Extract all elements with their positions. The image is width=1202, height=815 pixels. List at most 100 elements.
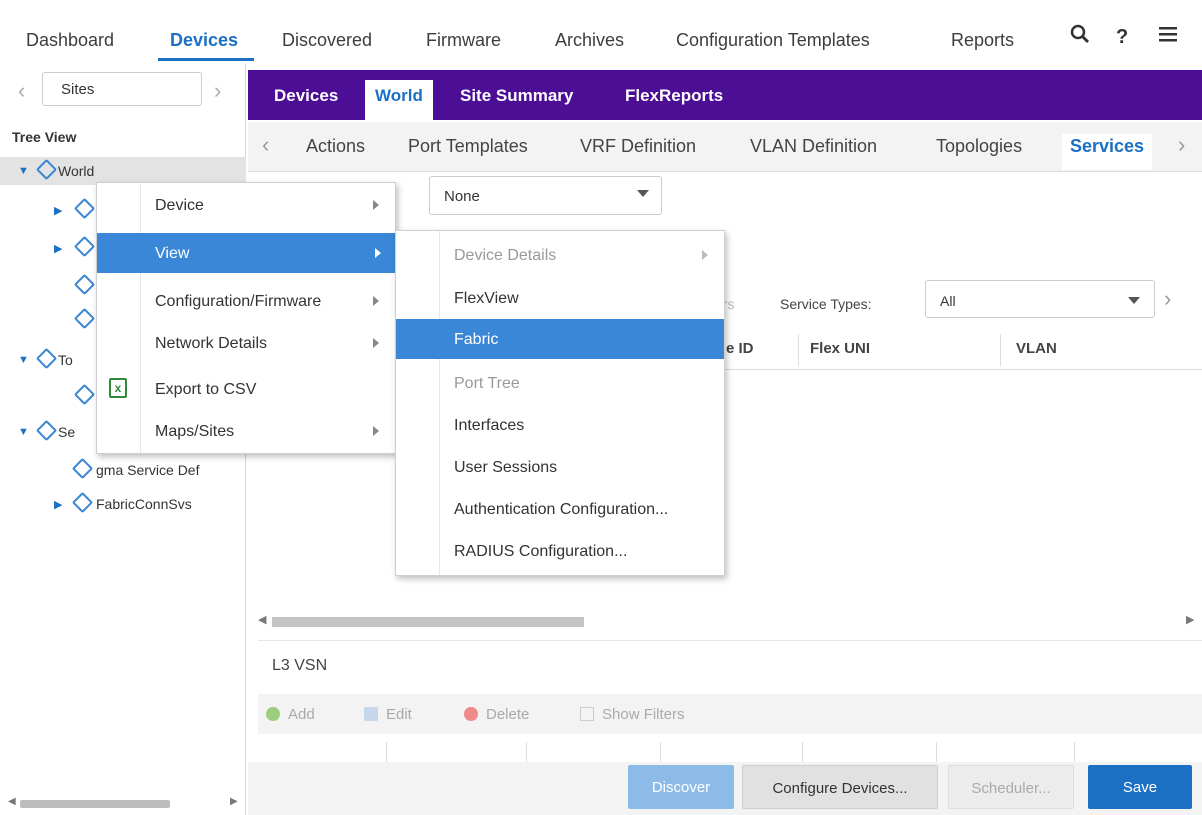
column-header[interactable]: e ID bbox=[726, 340, 754, 357]
menu-item-configuration-firmware[interactable]: Configuration/Firmware bbox=[97, 281, 395, 321]
expand-caret-icon[interactable]: ▼ bbox=[18, 354, 29, 366]
sites-selector: ‹ Sites › bbox=[6, 72, 240, 106]
nav-tab-configuration-templates[interactable]: Configuration Templates bbox=[676, 30, 870, 51]
column-divider bbox=[386, 742, 387, 764]
expand-caret-icon[interactable]: ▶ bbox=[54, 242, 62, 255]
tab-site-summary[interactable]: Site Summary bbox=[460, 86, 573, 106]
menu-item-device-details[interactable]: Device Details bbox=[396, 235, 724, 275]
sites-box[interactable]: Sites bbox=[42, 72, 202, 106]
tab-flexreports[interactable]: FlexReports bbox=[625, 86, 723, 106]
expand-caret-icon[interactable]: ▼ bbox=[18, 165, 29, 177]
site-node-icon bbox=[76, 386, 91, 401]
submenu-arrow-icon bbox=[373, 426, 379, 436]
nav-tab-archives[interactable]: Archives bbox=[555, 30, 624, 51]
scroll-right-arrow-icon[interactable]: ▶ bbox=[230, 796, 238, 807]
column-divider bbox=[798, 334, 799, 366]
tab-devices[interactable]: Devices bbox=[274, 86, 338, 106]
nav-tab-devices[interactable]: Devices bbox=[170, 30, 238, 51]
tab-services[interactable]: Services bbox=[1062, 134, 1153, 170]
menu-item-flexview[interactable]: FlexView bbox=[396, 278, 724, 318]
top-navigation: Dashboard Devices Discovered Firmware Ar… bbox=[0, 0, 1202, 62]
site-node-icon bbox=[76, 200, 91, 215]
column-header[interactable]: Flex UNI bbox=[810, 340, 870, 357]
site-node-icon bbox=[38, 422, 53, 437]
menu-item-view[interactable]: View bbox=[97, 233, 395, 273]
menu-item-user-sessions[interactable]: User Sessions bbox=[396, 447, 724, 487]
edit-icon bbox=[364, 707, 378, 721]
csv-icon: x bbox=[109, 378, 127, 398]
menu-item-network-details[interactable]: Network Details bbox=[97, 323, 395, 363]
save-button[interactable]: Save bbox=[1088, 765, 1192, 809]
site-node-icon bbox=[74, 460, 89, 475]
expand-caret-icon[interactable]: ▶ bbox=[54, 498, 62, 511]
menu-item-radius-configuration[interactable]: RADIUS Configuration... bbox=[396, 531, 724, 571]
nav-tab-discovered[interactable]: Discovered bbox=[282, 30, 372, 51]
site-node-icon bbox=[76, 310, 91, 325]
edit-button[interactable]: Edit bbox=[364, 706, 412, 723]
left-horizontal-scrollbar[interactable]: ◀ ▶ bbox=[6, 796, 242, 811]
column-divider bbox=[660, 742, 661, 764]
tab-actions[interactable]: Actions bbox=[306, 136, 365, 157]
search-icon[interactable] bbox=[1070, 24, 1090, 50]
context-menu: Device View Configuration/Firmware Netwo… bbox=[96, 182, 396, 454]
submenu-arrow-icon bbox=[373, 200, 379, 210]
delete-button[interactable]: Delete bbox=[464, 706, 529, 723]
filter-icon bbox=[580, 707, 594, 721]
tab-vlan-definition[interactable]: VLAN Definition bbox=[750, 136, 877, 157]
tab-vrf-definition[interactable]: VRF Definition bbox=[580, 136, 696, 157]
column-header[interactable]: VLAN bbox=[1016, 340, 1057, 357]
filter-dropdown[interactable]: None bbox=[429, 176, 662, 215]
nav-tab-reports[interactable]: Reports bbox=[951, 30, 1014, 51]
scroll-thumb[interactable] bbox=[272, 617, 584, 627]
menu-item-export-to-csv[interactable]: x Export to CSV bbox=[97, 369, 395, 409]
column-divider bbox=[936, 742, 937, 764]
services-table-header: e ID Flex UNI VLAN bbox=[700, 328, 1202, 370]
sites-prev-arrow-icon[interactable]: ‹ bbox=[18, 78, 25, 104]
nav-tab-firmware[interactable]: Firmware bbox=[426, 30, 501, 51]
menu-item-fabric[interactable]: Fabric bbox=[396, 319, 724, 359]
scroll-left-arrow-icon[interactable]: ◀ bbox=[8, 796, 16, 807]
tab-port-templates[interactable]: Port Templates bbox=[408, 136, 528, 157]
tree-item-label: FabricConnSvs bbox=[96, 496, 192, 512]
menu-item-port-tree[interactable]: Port Tree bbox=[396, 363, 724, 403]
site-node-icon bbox=[38, 161, 53, 176]
column-divider bbox=[1074, 742, 1075, 764]
nav-tab-dashboard[interactable]: Dashboard bbox=[26, 30, 114, 51]
show-filters-button[interactable]: Show Filters bbox=[580, 706, 685, 723]
services-next-arrow-icon[interactable]: › bbox=[1164, 286, 1171, 312]
scheduler-button[interactable]: Scheduler... bbox=[948, 765, 1074, 809]
sites-next-arrow-icon[interactable]: › bbox=[214, 78, 221, 104]
help-icon[interactable]: ? bbox=[1116, 26, 1128, 49]
menu-icon[interactable] bbox=[1158, 24, 1178, 50]
scroll-thumb[interactable] bbox=[20, 800, 170, 808]
services-horizontal-scrollbar[interactable]: ◀ ▶ bbox=[258, 614, 1202, 630]
column-divider bbox=[1000, 334, 1001, 366]
tree-item-gma-service-def[interactable]: gma Service Def bbox=[0, 456, 246, 484]
scroll-left-arrow-icon[interactable]: ◀ bbox=[258, 613, 266, 626]
subtabs-prev-arrow-icon[interactable]: ‹ bbox=[262, 132, 269, 158]
site-node-icon bbox=[76, 238, 91, 253]
add-icon bbox=[266, 707, 280, 721]
menu-item-device[interactable]: Device bbox=[97, 185, 395, 225]
expand-caret-icon[interactable]: ▼ bbox=[18, 426, 29, 438]
footer-actions: Discover Configure Devices... Scheduler.… bbox=[248, 762, 1202, 815]
expand-caret-icon[interactable]: ▶ bbox=[54, 204, 62, 217]
menu-item-maps-sites[interactable]: Maps/Sites bbox=[97, 411, 395, 451]
view-submenu: Device Details FlexView Fabric Port Tree… bbox=[395, 230, 725, 576]
site-node-icon bbox=[74, 494, 89, 509]
tree-item-fabricconnsvs[interactable]: ▶ FabricConnSvs bbox=[0, 490, 246, 518]
add-button[interactable]: Add bbox=[266, 706, 315, 723]
tab-topologies[interactable]: Topologies bbox=[936, 136, 1022, 157]
configure-devices-button[interactable]: Configure Devices... bbox=[742, 765, 938, 809]
menu-item-interfaces[interactable]: Interfaces bbox=[396, 405, 724, 445]
service-types-select[interactable]: All bbox=[925, 280, 1155, 318]
tree-item-world[interactable]: ▼ World bbox=[0, 157, 246, 185]
menu-item-authentication-configuration[interactable]: Authentication Configuration... bbox=[396, 489, 724, 529]
subtabs-next-arrow-icon[interactable]: › bbox=[1178, 132, 1185, 158]
scroll-right-arrow-icon[interactable]: ▶ bbox=[1186, 613, 1194, 626]
l3vsn-section-header: L3 VSN bbox=[258, 640, 1202, 686]
tab-world[interactable]: World bbox=[365, 80, 433, 120]
active-tab-underline bbox=[158, 58, 254, 61]
discover-button[interactable]: Discover bbox=[628, 765, 734, 809]
services-toolbar: lters Service Types: All › bbox=[700, 280, 1202, 322]
